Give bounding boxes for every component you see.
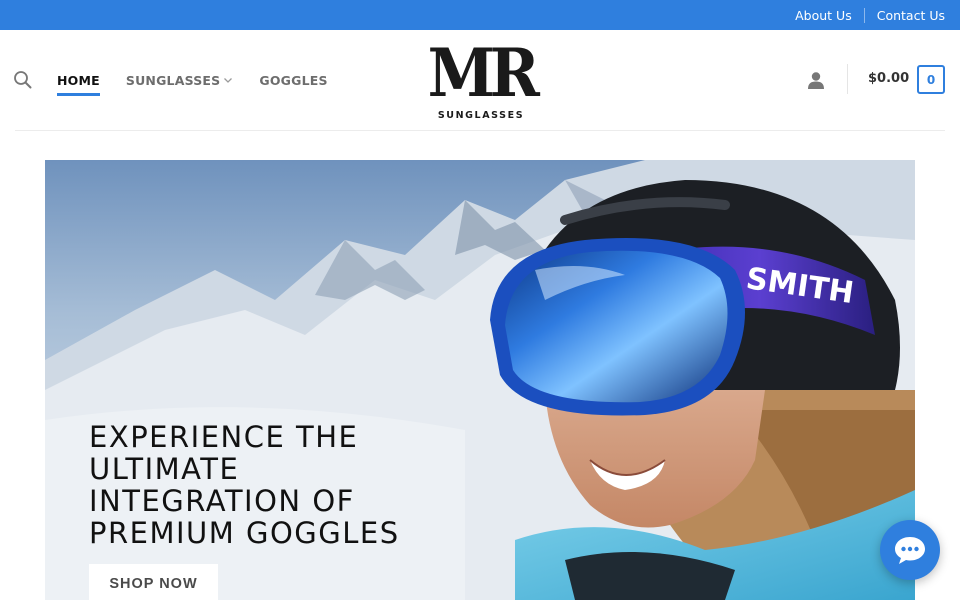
- top-links-divider: [863, 7, 865, 23]
- top-links: About Us Contact Us: [795, 0, 945, 30]
- search-icon[interactable]: [13, 70, 33, 90]
- nav-sunglasses[interactable]: SUNGLASSES: [126, 73, 234, 88]
- logo-mark: MR: [427, 34, 540, 112]
- nav-home-label: HOME: [57, 72, 100, 88]
- nav-sunglasses-label: SUNGLASSES: [125, 72, 221, 88]
- nav-goggles-label: GOGGLES: [259, 72, 328, 88]
- hero-title-line-2: ULTIMATE: [89, 452, 240, 486]
- nav-home[interactable]: HOME: [57, 72, 100, 96]
- chat-widget-button[interactable]: [880, 520, 940, 580]
- hero-title-line-3: INTEGRATION OF: [89, 484, 355, 518]
- hero-title: EXPERIENCE THE ULTIMATE INTEGRATION OF P…: [89, 421, 449, 549]
- top-bar: About Us Contact Us: [0, 0, 960, 30]
- cart-count-badge[interactable]: 0: [917, 65, 945, 94]
- logo-subtitle: SUNGLASSES: [437, 110, 525, 121]
- hero-title-line-1: EXPERIENCE THE: [89, 420, 359, 454]
- shop-now-button[interactable]: SHOP NOW: [89, 564, 218, 600]
- nav-goggles[interactable]: GOGGLES: [259, 73, 327, 88]
- contact-us-link[interactable]: Contact Us: [877, 8, 945, 23]
- chat-icon: [895, 537, 925, 564]
- header-bottom-border: [15, 130, 945, 131]
- hero-title-line-4: PREMIUM GOGGLES: [89, 516, 400, 550]
- header-divider: [847, 64, 848, 94]
- site-logo[interactable]: MR SUNGLASSES: [418, 38, 544, 124]
- cart-total[interactable]: $0.00: [868, 71, 909, 86]
- user-icon[interactable]: [806, 70, 826, 90]
- about-us-link[interactable]: About Us: [795, 8, 852, 23]
- hero-banner: SMITH EXPERIENCE THE ULTIMATE INTEGRATIO…: [45, 160, 915, 600]
- chevron-down-icon: [224, 78, 233, 83]
- main-nav: HOME SUNGLASSES GOGGLES: [57, 70, 328, 96]
